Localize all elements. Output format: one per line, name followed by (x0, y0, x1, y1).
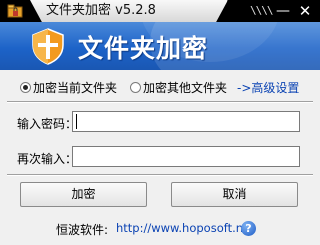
company-label: 恒波软件: (56, 223, 109, 237)
help-icon[interactable]: ? (241, 221, 256, 236)
footer: 恒波软件: http://www.hoposoft.net ? (0, 221, 320, 239)
window-title: 文件夹加密 v5.2.8 (30, 0, 228, 22)
confirm-password-label: 再次输入： (17, 152, 78, 166)
header-banner: 文件夹加密 (0, 22, 320, 70)
encrypt-mode-options: 加密当前文件夹 加密其他文件夹 ->高级设置 (0, 72, 320, 102)
radio-label: 加密其他文件夹 (143, 80, 228, 95)
title-bar[interactable]: 文件夹加密 v5.2.8 \\\\ — ✕ (0, 0, 320, 22)
text-caret (76, 114, 77, 129)
shield-icon (32, 28, 64, 65)
title-grip: \\\\ (250, 4, 273, 17)
radio-dot[interactable] (130, 81, 141, 93)
cancel-button[interactable]: 取消 (171, 182, 298, 207)
close-button[interactable]: ✕ (297, 3, 313, 19)
encrypt-button[interactable]: 加密 (20, 182, 147, 207)
confirm-password-input[interactable] (72, 146, 300, 167)
website-link[interactable]: http://www.hoposoft.net (116, 221, 255, 235)
radio-encrypt-other-folder[interactable]: 加密其他文件夹 (130, 80, 228, 95)
advanced-settings-link[interactable]: ->高级设置 (237, 79, 299, 96)
radio-label: 加密当前文件夹 (33, 80, 118, 95)
folder-lock-icon (7, 4, 23, 18)
radio-dot[interactable] (20, 81, 31, 93)
window-title-text: 文件夹加密 v5.2.8 (46, 3, 156, 18)
divider (7, 174, 313, 176)
app-window: 文件夹加密 v5.2.8 \\\\ — ✕ 文件夹加密 加密当前文件夹 加密其他… (0, 0, 320, 245)
password-input[interactable] (72, 111, 300, 132)
radio-encrypt-current-folder[interactable]: 加密当前文件夹 (20, 80, 118, 95)
minimize-button[interactable]: — (275, 3, 291, 19)
password-label: 输入密码： (17, 117, 78, 131)
banner-title: 文件夹加密 (78, 34, 209, 63)
divider (7, 101, 313, 103)
